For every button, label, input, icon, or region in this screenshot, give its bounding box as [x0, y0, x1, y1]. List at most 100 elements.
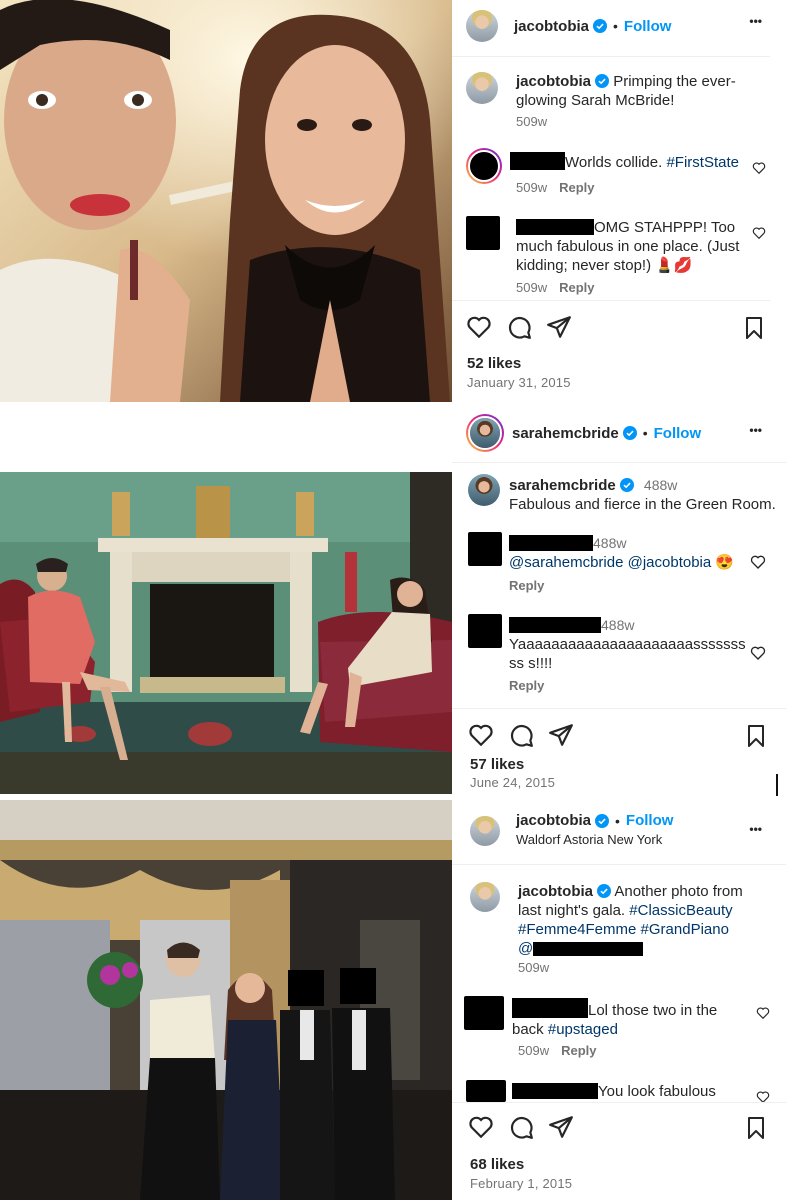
- post-3-hashtag-1[interactable]: #ClassicBeauty: [629, 902, 732, 919]
- comment-heart-icon[interactable]: [752, 226, 766, 240]
- post-1-comment-2-time: 509w: [516, 280, 548, 295]
- post-2-comment-1-avatar[interactable]: [468, 532, 502, 566]
- post-2-header-dot: •: [642, 425, 648, 441]
- post-1-panel: jacobtobia • Follow ••• jacobtobia Primp…: [452, 0, 786, 402]
- share-icon[interactable]: [546, 314, 572, 340]
- post-2-caption-username[interactable]: sarahemcbride: [509, 477, 616, 494]
- post-1-comment-2-reply[interactable]: Reply: [559, 280, 594, 295]
- post-3-follow-button[interactable]: Follow: [626, 812, 674, 829]
- post-1-comment-1-avatar[interactable]: [466, 148, 502, 184]
- post-1-comments-divider: [452, 300, 770, 301]
- post-2-follow-button[interactable]: Follow: [654, 425, 702, 442]
- post-2-comment-1-time: 488w: [593, 535, 627, 551]
- post-3-comment-2: You look fabulous: [512, 1082, 752, 1101]
- share-icon[interactable]: [548, 722, 574, 748]
- redacted-username: [516, 219, 594, 235]
- redacted-username: [509, 535, 593, 551]
- heart-icon[interactable]: [468, 1114, 494, 1140]
- post-1-comment-1-meta: 509w Reply: [516, 180, 594, 195]
- post-2-comments-divider: [452, 708, 786, 709]
- post-2-comment-2-avatar[interactable]: [468, 614, 502, 648]
- share-icon[interactable]: [548, 1114, 574, 1140]
- post-3-mention[interactable]: @: [518, 940, 533, 957]
- post-1-header-dot: •: [613, 18, 618, 34]
- post-3-hashtag-2[interactable]: #Femme4Femme: [518, 921, 636, 938]
- heart-icon[interactable]: [466, 314, 492, 340]
- post-2-comment-2-time: 488w: [601, 617, 635, 633]
- comment-heart-icon[interactable]: [750, 645, 766, 661]
- verified-badge-icon: [595, 813, 610, 828]
- post-1-comment-1-text: Worlds collide.: [565, 154, 667, 171]
- post-2-comment-2: 488w Yaaaaaaaaaaaaaaaaaaaaasssssssss s!!…: [509, 616, 749, 673]
- post-2-likes[interactable]: 57 likes: [470, 756, 524, 773]
- post-1-comment-2-avatar[interactable]: [466, 216, 500, 250]
- post-1-comment-2-meta: 509w Reply: [516, 280, 594, 295]
- post-1-caption-time: 509w: [516, 114, 548, 129]
- post-3-location[interactable]: Waldorf Astoria New York: [516, 832, 746, 847]
- comment-icon[interactable]: [506, 314, 532, 340]
- redacted-username: [510, 152, 565, 170]
- comment-heart-icon[interactable]: [752, 161, 766, 175]
- bookmark-icon[interactable]: [744, 724, 768, 748]
- post-2-header: sarahemcbride • Follow: [466, 414, 784, 452]
- post-1-comment-1-hashtag[interactable]: #FirstState: [666, 154, 739, 171]
- post-3-caption-avatar[interactable]: [470, 882, 500, 912]
- post-1-comment-1: Worlds collide. #FirstState: [510, 152, 750, 172]
- comment-heart-icon[interactable]: [756, 1006, 770, 1020]
- post-3-caption-username[interactable]: jacobtobia: [518, 883, 593, 900]
- post-3-comment-1-avatar[interactable]: [464, 996, 504, 1030]
- post-1-date: January 31, 2015: [467, 375, 571, 390]
- post-1-username[interactable]: jacobtobia: [514, 18, 589, 35]
- post-3-comment-2-avatar[interactable]: [466, 1080, 506, 1102]
- post-1-avatar[interactable]: [466, 10, 498, 42]
- post-2-avatar[interactable]: [466, 414, 504, 452]
- post-1-comment-1-time: 509w: [516, 180, 548, 195]
- post-3-hashtag-3[interactable]: #GrandPiano: [641, 921, 729, 938]
- comment-heart-icon[interactable]: [750, 554, 766, 570]
- post-2-actions: [468, 722, 574, 748]
- post-1-header-divider: [452, 56, 770, 57]
- post-2-more-icon[interactable]: •••: [749, 423, 762, 437]
- post-1-likes[interactable]: 52 likes: [467, 355, 521, 372]
- post-3-avatar[interactable]: [470, 816, 500, 846]
- post-1-comment-2: OMG STAHPPP! Too much fabulous in one pl…: [516, 218, 750, 275]
- redacted-username: [533, 942, 644, 956]
- post-1-comment-1-reply[interactable]: Reply: [559, 180, 594, 195]
- text-cursor: [776, 774, 778, 796]
- post-2-username[interactable]: sarahemcbride: [512, 425, 619, 442]
- post-3-caption-time: 509w: [518, 960, 550, 975]
- post-2-photo[interactable]: [0, 472, 452, 794]
- post-2-caption-avatar[interactable]: [468, 474, 500, 506]
- post-3-header: jacobtobia • Follow Waldorf Astoria New …: [516, 812, 746, 847]
- post-3-comment-1-hashtag[interactable]: #upstaged: [548, 1021, 618, 1038]
- post-2-date: June 24, 2015: [470, 775, 556, 790]
- post-3-more-icon[interactable]: •••: [749, 822, 762, 836]
- post-2-comment-2-text: Yaaaaaaaaaaaaaaaaaaaaasssssssss s!!!!: [509, 636, 746, 672]
- comment-icon[interactable]: [508, 722, 534, 748]
- post-3-panel: jacobtobia • Follow Waldorf Astoria New …: [452, 800, 786, 1200]
- post-3-date: February 1, 2015: [470, 1176, 573, 1191]
- post-2-comment-1-reply[interactable]: Reply: [509, 578, 544, 593]
- post-1-caption-avatar[interactable]: [466, 72, 498, 104]
- post-3-comment-1-time: 509w: [518, 1043, 550, 1058]
- post-3-comments-divider: [452, 1102, 786, 1103]
- post-3-photo[interactable]: [0, 800, 452, 1200]
- post-2-header-divider: [452, 462, 786, 463]
- heart-icon[interactable]: [468, 722, 494, 748]
- post-1-actions: [466, 314, 572, 340]
- post-1-caption-username[interactable]: jacobtobia: [516, 73, 591, 90]
- bookmark-icon[interactable]: [742, 316, 766, 340]
- bookmark-icon[interactable]: [744, 1116, 768, 1140]
- post-1-photo[interactable]: [0, 0, 452, 402]
- post-1-more-icon[interactable]: •••: [749, 14, 762, 28]
- post-2-comment-1-text[interactable]: @sarahemcbride @jacobtobia 😍: [509, 554, 734, 571]
- post-2-comment-2-reply[interactable]: Reply: [509, 678, 544, 693]
- post-2-caption-text: Fabulous and fierce in the Green Room.: [509, 496, 776, 513]
- post-2-panel: sarahemcbride • Follow ••• sarahemcbride…: [452, 402, 786, 800]
- post-3-comment-1-reply[interactable]: Reply: [561, 1043, 596, 1058]
- post-3-likes[interactable]: 68 likes: [470, 1156, 524, 1173]
- post-1-follow-button[interactable]: Follow: [624, 18, 672, 35]
- post-3-username[interactable]: jacobtobia: [516, 812, 591, 829]
- post-2-photo-image: [0, 472, 452, 794]
- comment-icon[interactable]: [508, 1114, 534, 1140]
